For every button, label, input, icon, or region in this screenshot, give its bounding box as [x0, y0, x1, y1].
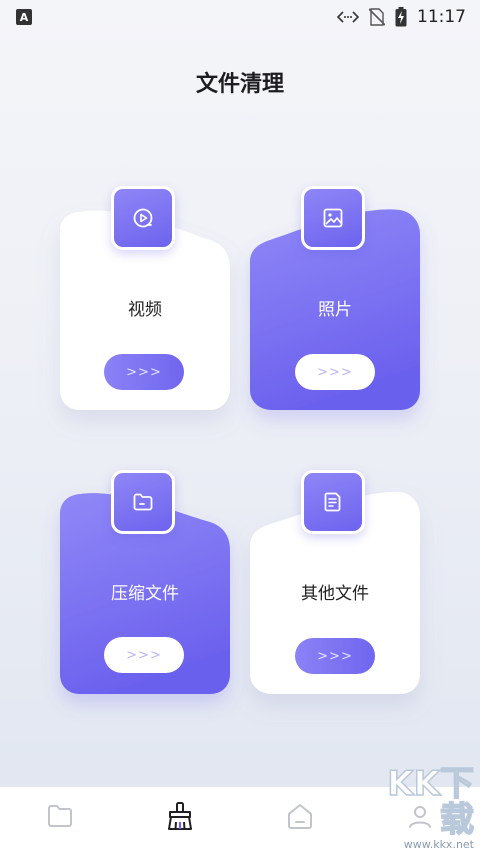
video-icon-tile	[111, 186, 175, 250]
video-play-icon	[133, 208, 153, 228]
broom-clean-icon	[168, 802, 192, 830]
home-icon	[288, 804, 312, 829]
nav-profile[interactable]	[390, 791, 450, 841]
archive-icon-tile	[111, 470, 175, 534]
status-bar: A 11:17	[0, 0, 480, 34]
nav-files[interactable]	[30, 791, 90, 841]
code-sync-icon	[337, 11, 359, 23]
page-title: 文件清理	[195, 72, 284, 97]
video-label: 视频	[128, 300, 162, 320]
clock: 11:17	[417, 7, 466, 27]
image-icon	[323, 208, 343, 228]
archive-go-button[interactable]: >>>	[104, 637, 184, 673]
no-sim-icon	[369, 8, 385, 26]
profile-icon	[409, 806, 431, 828]
nav-clean[interactable]	[150, 791, 210, 841]
folder-icon	[48, 805, 72, 827]
other-files-label: 其他文件	[301, 584, 369, 604]
folder-icon	[133, 493, 153, 511]
battery-charging-icon	[395, 7, 407, 27]
other-files-card[interactable]: 其他文件 >>>	[250, 470, 420, 694]
other-icon-tile	[301, 470, 365, 534]
nav-home[interactable]	[270, 791, 330, 841]
status-bar-left: A	[16, 9, 32, 25]
other-files-go-button[interactable]: >>>	[295, 638, 375, 674]
bottom-nav	[0, 786, 480, 853]
photo-label: 照片	[318, 300, 352, 320]
app-notification-icon: A	[16, 9, 32, 25]
photo-icon-tile	[301, 186, 365, 250]
document-icon	[324, 492, 341, 512]
archive-clean-card[interactable]: 压缩文件 >>>	[60, 470, 230, 694]
photo-clean-card[interactable]: 照片 >>>	[250, 186, 420, 410]
status-bar-right: 11:17	[337, 7, 466, 27]
video-go-button[interactable]: >>>	[104, 354, 184, 390]
archive-label: 压缩文件	[111, 584, 179, 604]
video-clean-card[interactable]: 视频 >>>	[60, 186, 230, 410]
photo-go-button[interactable]: >>>	[295, 354, 375, 390]
